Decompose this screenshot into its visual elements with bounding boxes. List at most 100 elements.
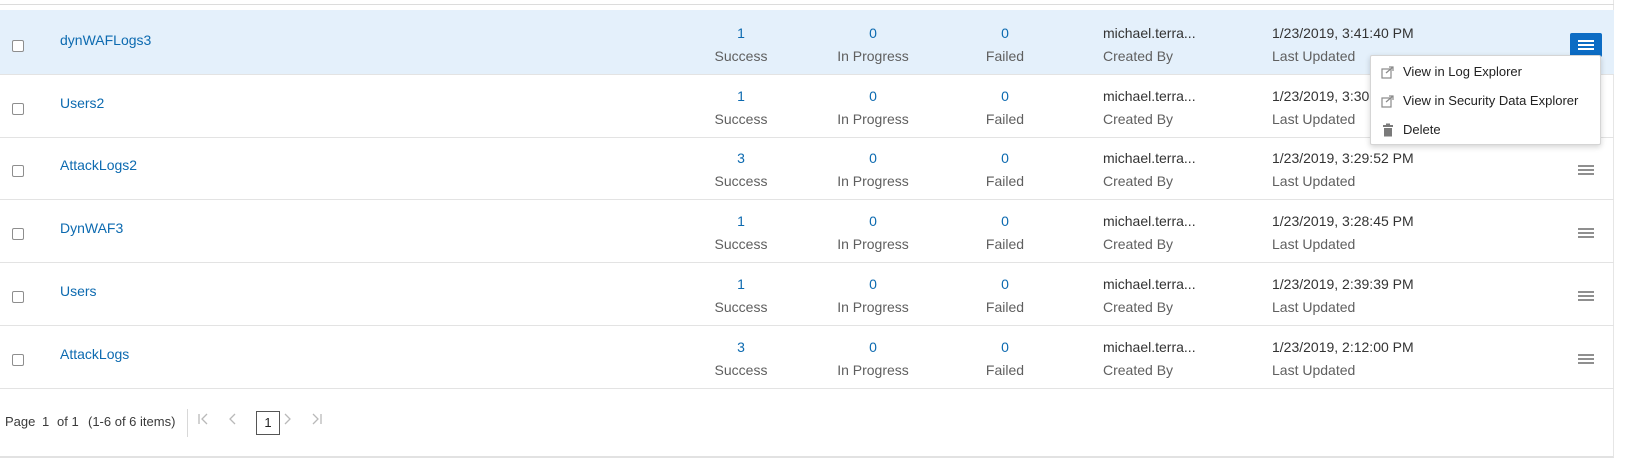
last-updated-label: Last Updated bbox=[1272, 173, 1356, 190]
row-name-link[interactable]: AttackLogs bbox=[60, 346, 129, 362]
created-by-label: Created By bbox=[1103, 361, 1174, 378]
in-progress-label: In Progress bbox=[837, 48, 909, 64]
in-progress-label: In Progress bbox=[837, 110, 909, 127]
next-page-icon[interactable] bbox=[280, 412, 294, 428]
owner-value: michael.terra... bbox=[1103, 213, 1196, 230]
current-page-value[interactable]: 1 bbox=[42, 414, 49, 429]
row-actions-button[interactable] bbox=[1570, 221, 1602, 245]
table-row[interactable]: AttackLogs2 3 Success 0 In Progress 0 Failed mi… bbox=[0, 135, 1614, 201]
in-progress-count: 0 In Progress bbox=[808, 148, 938, 191]
failed-label: Failed bbox=[985, 48, 1025, 64]
in-progress-label: In Progress bbox=[837, 236, 909, 253]
first-page-icon[interactable] bbox=[196, 412, 210, 428]
failed-count: 0 Failed bbox=[940, 337, 1070, 380]
in-progress-label: In Progress bbox=[837, 173, 909, 190]
in-progress-count: 0 In Progress bbox=[808, 23, 938, 66]
in-progress-value[interactable]: 0 bbox=[808, 274, 938, 294]
row-checkbox[interactable] bbox=[12, 102, 24, 115]
menu-item-label: View in Security Data Explorer bbox=[1403, 93, 1579, 108]
row-name-link[interactable]: dynWAFLogs3 bbox=[60, 32, 151, 48]
created-by: michael.terra... Created By bbox=[1103, 148, 1233, 191]
row-name-link[interactable]: Users bbox=[60, 283, 97, 299]
failed-value[interactable]: 0 bbox=[940, 274, 1070, 294]
table-row[interactable]: Users 1 Success 0 In Progress 0 Failed michael.… bbox=[0, 261, 1614, 326]
success-label: Success bbox=[714, 173, 768, 190]
table-row[interactable]: DynWAF3 1 Success 0 In Progress 0 Failed michae… bbox=[0, 198, 1614, 264]
failed-value[interactable]: 0 bbox=[940, 86, 1070, 106]
in-progress-count: 0 In Progress bbox=[808, 86, 938, 129]
in-progress-count: 0 In Progress bbox=[808, 274, 938, 317]
in-progress-count: 0 In Progress bbox=[808, 337, 938, 380]
success-value[interactable]: 1 bbox=[676, 23, 806, 43]
row-actions-button[interactable] bbox=[1570, 158, 1602, 182]
last-page-icon[interactable] bbox=[310, 412, 324, 428]
success-count: 1 Success bbox=[676, 86, 806, 129]
in-progress-value[interactable]: 0 bbox=[808, 148, 938, 168]
table-row[interactable]: AttackLogs 3 Success 0 In Progress 0 Failed mic… bbox=[0, 324, 1614, 389]
in-progress-value[interactable]: 0 bbox=[808, 211, 938, 231]
created-by-label: Created By bbox=[1103, 298, 1174, 315]
page-label: Page bbox=[5, 414, 36, 429]
row-checkbox[interactable] bbox=[12, 40, 24, 52]
last-updated: 1/23/2019, 2:12:00 PM Last Updated bbox=[1272, 337, 1472, 380]
owner-value: michael.terra... bbox=[1103, 150, 1196, 167]
failed-label: Failed bbox=[985, 236, 1025, 253]
success-value[interactable]: 1 bbox=[676, 211, 806, 231]
failed-value[interactable]: 0 bbox=[940, 211, 1070, 231]
menu-item-label: View in Log Explorer bbox=[1403, 64, 1522, 79]
in-progress-count: 0 In Progress bbox=[808, 211, 938, 254]
created-by: michael.terra... Created By bbox=[1103, 274, 1233, 317]
updated-value: 1/23/2019, 3:28:45 PM bbox=[1272, 213, 1414, 230]
success-value[interactable]: 3 bbox=[676, 148, 806, 168]
last-updated-label: Last Updated bbox=[1272, 236, 1356, 253]
failed-count: 0 Failed bbox=[940, 211, 1070, 254]
previous-page-icon[interactable] bbox=[226, 412, 240, 428]
page-button-1[interactable]: 1 bbox=[256, 411, 280, 435]
menu-item-view-log-explorer[interactable]: View in Log Explorer bbox=[1371, 58, 1600, 86]
in-progress-value[interactable]: 0 bbox=[808, 337, 938, 357]
hamburger-icon bbox=[1578, 40, 1594, 50]
row-actions-button[interactable] bbox=[1570, 33, 1602, 57]
created-by-label: Created By bbox=[1103, 110, 1174, 127]
hamburger-icon bbox=[1578, 353, 1594, 364]
owner-value: michael.terra... bbox=[1103, 338, 1196, 355]
table-top-divider bbox=[0, 4, 1614, 5]
last-updated-label: Last Updated bbox=[1272, 361, 1356, 378]
row-actions-button[interactable] bbox=[1570, 347, 1602, 371]
updated-value: 1/23/2019, 3:41:40 PM bbox=[1272, 25, 1414, 41]
failed-label: Failed bbox=[985, 173, 1025, 190]
failed-value[interactable]: 0 bbox=[940, 23, 1070, 43]
pager-divider bbox=[187, 409, 188, 437]
row-checkbox[interactable] bbox=[12, 165, 24, 178]
row-name-link[interactable]: AttackLogs2 bbox=[60, 157, 137, 173]
row-name-link[interactable]: Users2 bbox=[60, 95, 104, 111]
items-summary: (1-6 of 6 items) bbox=[88, 414, 176, 429]
success-value[interactable]: 1 bbox=[676, 274, 806, 294]
failed-label: Failed bbox=[985, 110, 1025, 127]
in-progress-value[interactable]: 0 bbox=[808, 23, 938, 43]
row-checkbox[interactable] bbox=[12, 228, 24, 241]
row-actions-button[interactable] bbox=[1570, 284, 1602, 308]
row-checkbox[interactable] bbox=[12, 353, 24, 366]
created-by-label: Created By bbox=[1103, 236, 1174, 253]
menu-item-label: Delete bbox=[1403, 122, 1441, 137]
failed-count: 0 Failed bbox=[940, 23, 1070, 66]
menu-item-delete[interactable]: Delete bbox=[1371, 116, 1600, 144]
row-checkbox[interactable] bbox=[12, 290, 24, 303]
success-label: Success bbox=[714, 48, 768, 64]
failed-value[interactable]: 0 bbox=[940, 148, 1070, 168]
success-count: 1 Success bbox=[676, 274, 806, 317]
last-updated: 1/23/2019, 2:39:39 PM Last Updated bbox=[1272, 274, 1472, 317]
in-progress-value[interactable]: 0 bbox=[808, 86, 938, 106]
pagination-bar: Page 1 of 1 (1-6 of 6 items) 1 bbox=[0, 403, 1614, 443]
created-by: michael.terra... Created By bbox=[1103, 23, 1233, 66]
updated-value: 1/23/2019, 3:29:52 PM bbox=[1272, 150, 1414, 167]
success-count: 3 Success bbox=[676, 148, 806, 191]
row-name-link[interactable]: DynWAF3 bbox=[60, 220, 123, 236]
success-value[interactable]: 1 bbox=[676, 86, 806, 106]
failed-value[interactable]: 0 bbox=[940, 337, 1070, 357]
menu-item-view-security-data-explorer[interactable]: View in Security Data Explorer bbox=[1371, 87, 1600, 115]
created-by: michael.terra... Created By bbox=[1103, 86, 1233, 129]
success-value[interactable]: 3 bbox=[676, 337, 806, 357]
created-by-label: Created By bbox=[1103, 173, 1174, 190]
